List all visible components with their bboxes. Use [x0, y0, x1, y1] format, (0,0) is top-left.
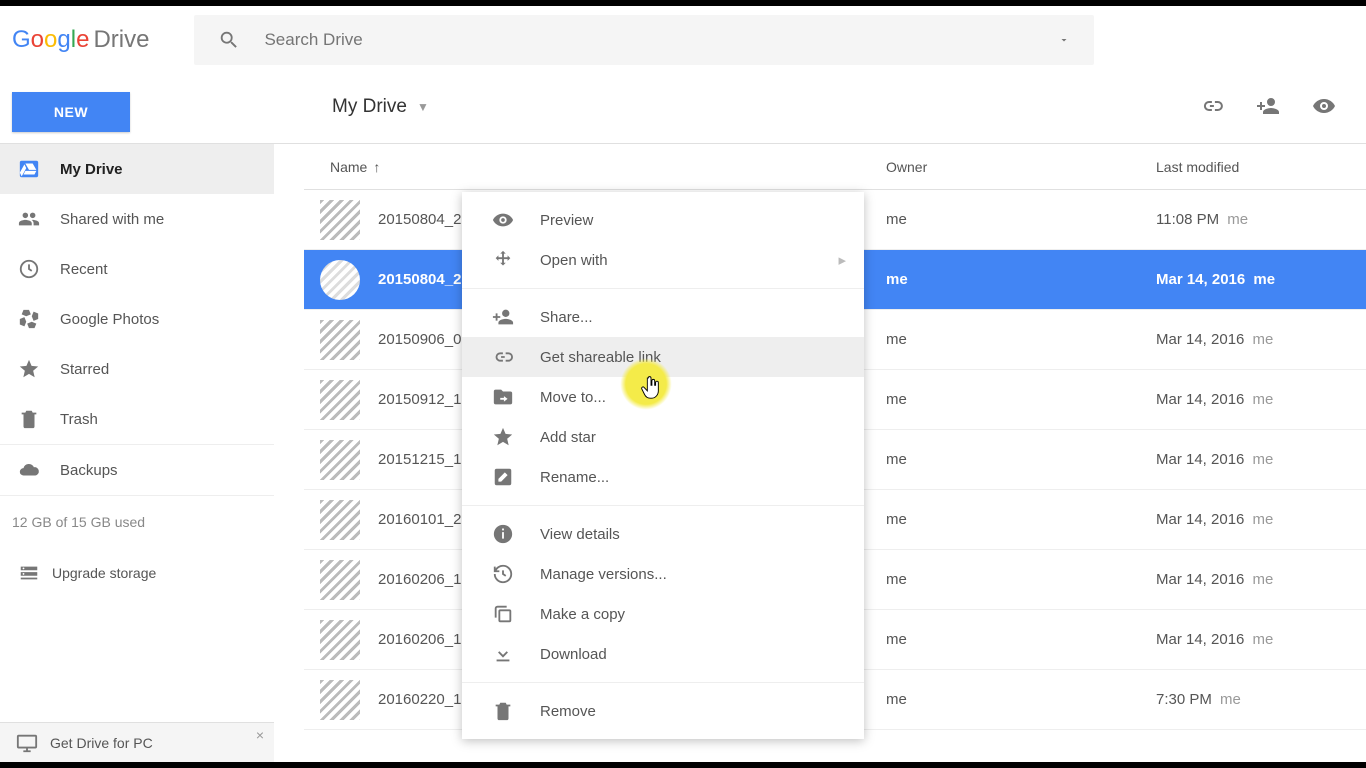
file-thumbnail: [320, 440, 360, 480]
sidebar-item-photos[interactable]: Google Photos: [0, 294, 274, 344]
toolbar-icons: [1200, 94, 1336, 118]
file-owner: me: [886, 691, 1156, 708]
add-person-icon: [492, 306, 540, 328]
menu-copy[interactable]: Make a copy: [462, 594, 864, 634]
trash-icon: [492, 700, 540, 722]
add-person-icon[interactable]: [1256, 94, 1280, 118]
file-modified: Mar 14, 2016 me: [1156, 391, 1273, 408]
file-thumbnail: [320, 620, 360, 660]
column-header: Name↑ Owner Last modified: [304, 144, 1366, 190]
clock-icon: [18, 258, 60, 280]
menu-download[interactable]: Download: [462, 634, 864, 674]
link-icon: [492, 346, 540, 368]
column-modified[interactable]: Last modified: [1156, 159, 1239, 175]
sidebar: My Drive Shared with me Recent Google Ph…: [0, 144, 274, 762]
upgrade-storage[interactable]: Upgrade storage: [0, 548, 274, 598]
storage-text: 12 GB of 15 GB used: [0, 496, 274, 548]
menu-open-with[interactable]: Open with ▸: [462, 240, 864, 280]
file-thumbnail: [320, 380, 360, 420]
file-modified: Mar 14, 2016 me: [1156, 571, 1273, 588]
menu-get-link[interactable]: Get shareable link: [462, 337, 864, 377]
google-drive-logo[interactable]: Google Drive: [12, 26, 149, 54]
sidebar-item-mydrive[interactable]: My Drive: [0, 144, 274, 194]
cloud-icon: [18, 459, 60, 481]
file-modified: 11:08 PM me: [1156, 211, 1248, 228]
copy-icon: [492, 603, 540, 625]
search-options-icon[interactable]: [1058, 34, 1070, 46]
breadcrumb[interactable]: My Drive ▼: [332, 96, 429, 118]
column-name[interactable]: Name↑: [330, 159, 886, 175]
eye-icon: [492, 209, 540, 231]
sidebar-item-shared[interactable]: Shared with me: [0, 194, 274, 244]
move-icon: [492, 249, 540, 271]
search-box[interactable]: [194, 15, 1094, 65]
menu-move-to[interactable]: Move to...: [462, 377, 864, 417]
get-drive-bar[interactable]: Get Drive for PC ×: [0, 722, 274, 762]
menu-view-details[interactable]: View details: [462, 514, 864, 554]
toolbar: NEW My Drive ▼: [0, 74, 1366, 144]
file-thumbnail: [320, 680, 360, 720]
file-modified: Mar 14, 2016 me: [1156, 631, 1273, 648]
close-icon[interactable]: ×: [256, 727, 264, 743]
file-owner: me: [886, 571, 1156, 588]
star-icon: [492, 426, 540, 448]
file-owner: me: [886, 511, 1156, 528]
file-modified: Mar 14, 2016 me: [1156, 331, 1273, 348]
link-icon[interactable]: [1200, 94, 1224, 118]
storage-icon: [18, 562, 52, 584]
menu-rename[interactable]: Rename...: [462, 457, 864, 497]
sidebar-item-backups[interactable]: Backups: [0, 445, 274, 495]
header: Google Drive: [0, 6, 1366, 74]
photos-icon: [18, 308, 60, 330]
menu-versions[interactable]: Manage versions...: [462, 554, 864, 594]
file-modified: Mar 14, 2016 me: [1156, 271, 1275, 288]
sidebar-item-starred[interactable]: Starred: [0, 344, 274, 394]
sort-arrow-icon: ↑: [373, 159, 380, 175]
preview-eye-icon[interactable]: [1312, 94, 1336, 118]
breadcrumb-dropdown-icon: ▼: [417, 100, 429, 114]
monitor-icon: [16, 732, 50, 754]
folder-move-icon: [492, 386, 540, 408]
context-menu: Preview Open with ▸ Share... Get shareab…: [462, 192, 864, 739]
search-input[interactable]: [264, 30, 1034, 50]
file-thumbnail: [320, 560, 360, 600]
search-icon[interactable]: [218, 29, 240, 51]
file-owner: me: [886, 451, 1156, 468]
menu-add-star[interactable]: Add star: [462, 417, 864, 457]
file-modified: 7:30 PM me: [1156, 691, 1241, 708]
people-icon: [18, 208, 60, 230]
menu-remove[interactable]: Remove: [462, 691, 864, 731]
history-icon: [492, 563, 540, 585]
file-modified: Mar 14, 2016 me: [1156, 451, 1273, 468]
file-thumbnail: [320, 200, 360, 240]
download-icon: [492, 643, 540, 665]
trash-icon: [18, 408, 60, 430]
file-owner: me: [886, 631, 1156, 648]
file-owner: me: [886, 331, 1156, 348]
column-owner[interactable]: Owner: [886, 159, 1156, 175]
file-owner: me: [886, 211, 1156, 228]
submenu-arrow-icon: ▸: [838, 251, 846, 269]
file-modified: Mar 14, 2016 me: [1156, 511, 1273, 528]
file-thumbnail: [320, 320, 360, 360]
file-thumbnail: [320, 500, 360, 540]
drive-icon: [18, 158, 60, 180]
info-icon: [492, 523, 540, 545]
file-thumbnail: [320, 260, 360, 300]
file-owner: me: [886, 271, 1156, 288]
sidebar-item-trash[interactable]: Trash: [0, 394, 274, 444]
sidebar-item-recent[interactable]: Recent: [0, 244, 274, 294]
menu-preview[interactable]: Preview: [462, 200, 864, 240]
file-owner: me: [886, 391, 1156, 408]
star-icon: [18, 358, 60, 380]
pencil-icon: [492, 466, 540, 488]
menu-share[interactable]: Share...: [462, 297, 864, 337]
new-button[interactable]: NEW: [12, 92, 130, 132]
